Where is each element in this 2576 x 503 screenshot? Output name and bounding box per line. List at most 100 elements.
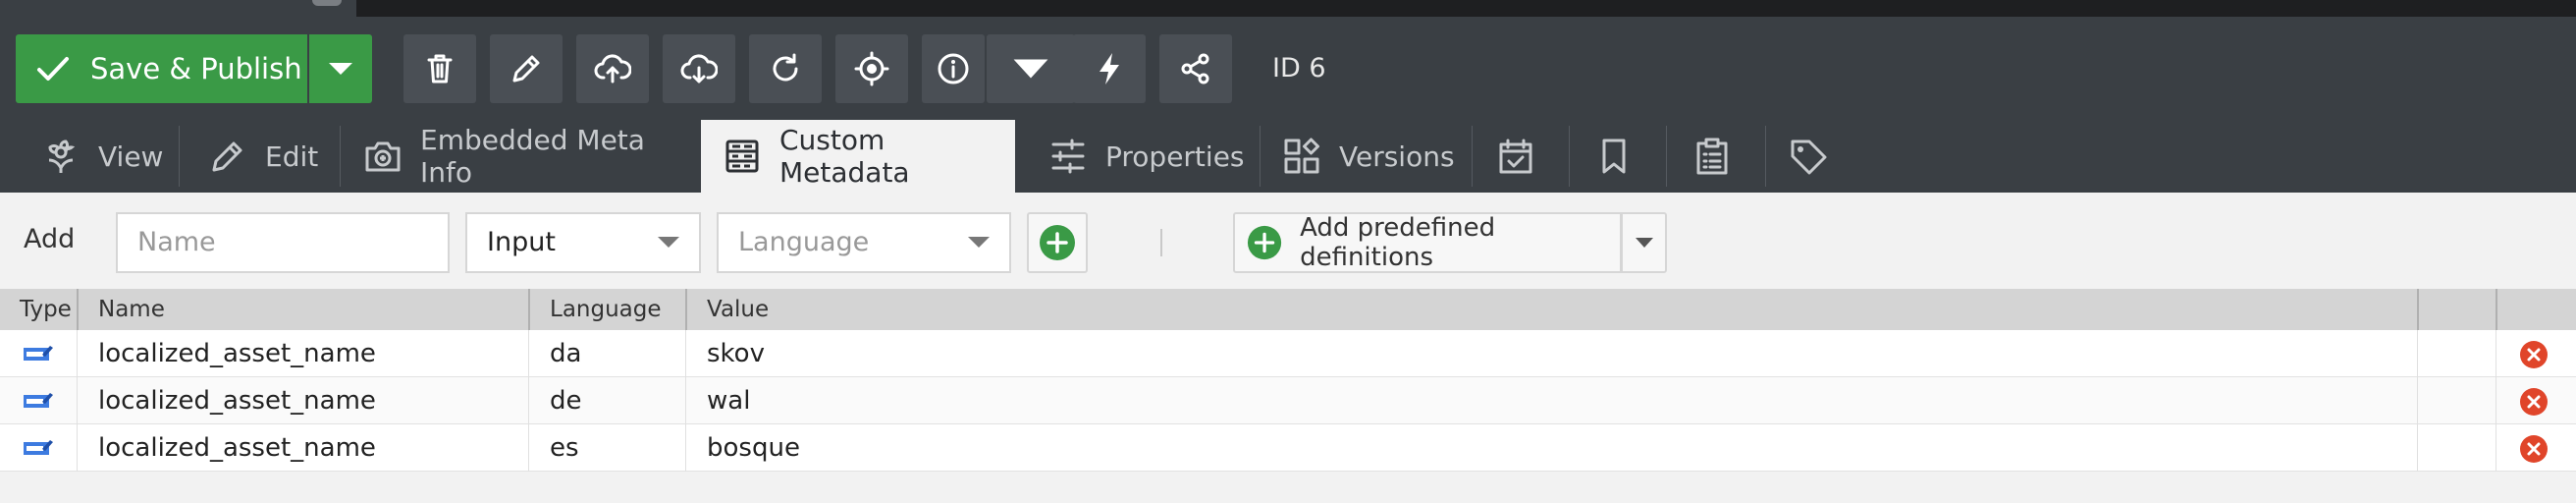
tab-notes[interactable] xyxy=(1692,120,1761,193)
bolt-icon xyxy=(1100,53,1119,84)
tab-versions[interactable]: Versions xyxy=(1282,120,1469,193)
row-value[interactable]: wal xyxy=(707,377,750,424)
toolbar-separator xyxy=(1160,229,1162,256)
delete-row-icon[interactable] xyxy=(2519,340,2549,369)
column-header-language[interactable]: Language xyxy=(550,289,662,330)
metadata-icon xyxy=(725,140,759,173)
sliders-icon xyxy=(1051,139,1085,174)
metadata-grid-header xyxy=(0,289,2576,330)
save-publish-label: Save & Publish xyxy=(90,52,302,85)
language-select-placeholder: Language xyxy=(738,227,870,257)
type-select-value: Input xyxy=(487,227,556,257)
tab-schedule[interactable] xyxy=(1496,120,1565,193)
input-type-icon xyxy=(24,346,53,361)
row-language[interactable]: da xyxy=(550,330,581,377)
tab-view-label: View xyxy=(98,140,164,173)
tab-view[interactable]: View xyxy=(41,120,163,193)
column-header-type[interactable]: Type xyxy=(20,289,72,330)
table-row[interactable]: localized_asset_name es bosque xyxy=(0,424,2576,472)
check-icon xyxy=(37,57,69,81)
column-resizer[interactable] xyxy=(2496,289,2497,330)
chevron-down-icon xyxy=(968,237,990,248)
row-name[interactable]: localized_asset_name xyxy=(98,377,376,424)
name-input[interactable]: Name xyxy=(116,212,450,273)
row-language[interactable]: es xyxy=(550,424,579,472)
add-predefined-definitions-label: Add predefined definitions xyxy=(1300,213,1496,272)
actions-button[interactable] xyxy=(1073,34,1146,103)
info-button[interactable] xyxy=(922,34,985,103)
row-value[interactable]: skov xyxy=(707,330,765,377)
plus-circle-icon xyxy=(1040,225,1075,260)
delete-row-icon[interactable] xyxy=(2519,434,2549,464)
trash-icon xyxy=(427,54,453,84)
reload-button[interactable] xyxy=(749,34,822,103)
row-value[interactable]: bosque xyxy=(707,424,800,472)
camera-icon xyxy=(365,141,401,172)
language-select[interactable]: Language xyxy=(717,212,1011,273)
pencil-icon xyxy=(212,141,242,172)
chevron-down-icon xyxy=(1013,59,1048,79)
info-dropdown[interactable] xyxy=(987,34,1075,103)
rename-button[interactable] xyxy=(490,34,563,103)
predefined-definitions-dropdown[interactable] xyxy=(1622,212,1667,273)
tab-properties[interactable]: Properties xyxy=(1048,120,1264,193)
tab-embedded-meta-info-label: Embedded Meta Info xyxy=(420,124,645,189)
column-header-value[interactable]: Value xyxy=(707,289,769,330)
delete-row-icon[interactable] xyxy=(2519,387,2549,417)
tab-divider xyxy=(179,126,180,187)
chevron-down-icon xyxy=(329,63,352,75)
tab-divider xyxy=(1569,126,1570,187)
download-button[interactable] xyxy=(663,34,735,103)
flower-icon xyxy=(48,140,76,173)
tab-bookmarks[interactable] xyxy=(1594,120,1663,193)
table-row[interactable]: localized_asset_name da skov xyxy=(0,330,2576,377)
info-icon xyxy=(938,53,969,84)
column-resizer[interactable] xyxy=(685,289,687,330)
top-strip-dark xyxy=(356,0,2576,17)
upload-cloud-icon xyxy=(594,54,631,84)
name-input-placeholder: Name xyxy=(137,227,216,257)
tab-custom-metadata[interactable]: Custom Metadata xyxy=(701,120,1015,193)
row-name[interactable]: localized_asset_name xyxy=(98,330,376,377)
share-button[interactable] xyxy=(1159,34,1232,103)
column-resizer[interactable] xyxy=(528,289,530,330)
tab-edit[interactable]: Edit xyxy=(208,120,336,193)
versions-icon xyxy=(1284,138,1319,174)
target-icon xyxy=(854,51,889,86)
download-cloud-icon xyxy=(680,54,718,84)
table-row[interactable]: localized_asset_name de wal xyxy=(0,377,2576,424)
clipboard-list-icon xyxy=(1696,138,1728,175)
save-options-dropdown[interactable] xyxy=(309,34,372,103)
locate-button[interactable] xyxy=(835,34,908,103)
row-language[interactable]: de xyxy=(550,377,582,424)
tab-divider xyxy=(1765,126,1766,187)
column-header-name[interactable]: Name xyxy=(98,289,165,330)
input-type-icon xyxy=(24,440,53,455)
tag-icon xyxy=(1791,140,1827,175)
add-predefined-definitions-button[interactable]: Add predefined definitions xyxy=(1233,212,1622,273)
tab-custom-metadata-label: Custom Metadata xyxy=(779,124,910,189)
tab-divider xyxy=(1472,126,1473,187)
tab-properties-label: Properties xyxy=(1105,140,1245,173)
input-type-icon xyxy=(24,393,53,408)
tab-divider xyxy=(340,126,341,187)
tab-divider xyxy=(1666,126,1667,187)
calendar-check-icon xyxy=(1499,139,1532,174)
type-select[interactable]: Input xyxy=(465,212,701,273)
tab-edit-label: Edit xyxy=(265,140,319,173)
window-control[interactable] xyxy=(312,0,342,6)
save-publish-button[interactable]: Save & Publish xyxy=(16,34,307,103)
chevron-down-icon xyxy=(1635,238,1653,248)
plus-circle-icon xyxy=(1247,225,1282,260)
row-name[interactable]: localized_asset_name xyxy=(98,424,376,472)
delete-button[interactable] xyxy=(403,34,476,103)
tab-divider xyxy=(1260,126,1261,187)
element-id-label: ID 6 xyxy=(1272,53,1326,84)
column-resizer[interactable] xyxy=(77,289,79,330)
tab-tags[interactable] xyxy=(1789,120,1857,193)
column-resizer[interactable] xyxy=(2417,289,2419,330)
tab-embedded-meta-info[interactable]: Embedded Meta Info xyxy=(363,120,677,193)
share-icon xyxy=(1181,53,1209,84)
add-button[interactable] xyxy=(1027,212,1088,273)
upload-button[interactable] xyxy=(576,34,649,103)
